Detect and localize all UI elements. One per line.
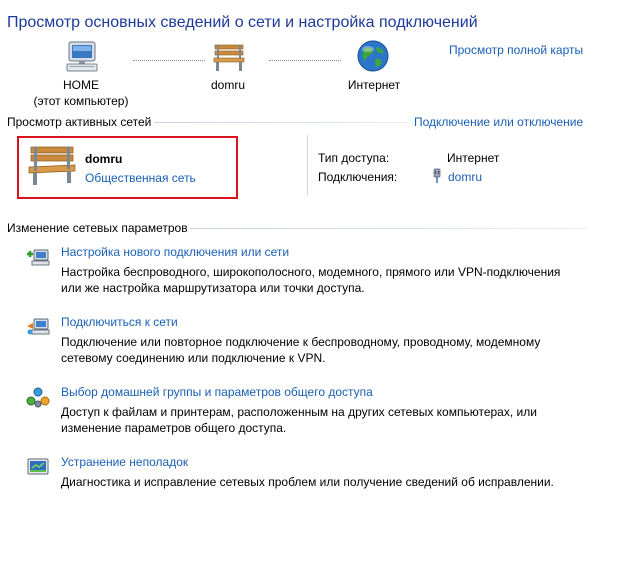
active-networks-header: Просмотр активных сетей bbox=[7, 115, 152, 129]
task-connect-network-desc: Подключение или повторное подключение к … bbox=[61, 335, 541, 349]
active-network-name: domru bbox=[85, 152, 123, 166]
full-map-link[interactable]: Просмотр полной карты bbox=[449, 43, 583, 57]
task-connect-network-desc: сетевому соединению или подключение к VP… bbox=[61, 351, 326, 365]
access-type-label: Тип доступа: bbox=[318, 151, 390, 165]
section-divider bbox=[190, 228, 586, 229]
new-connection-icon[interactable] bbox=[26, 246, 50, 268]
map-connector-line bbox=[269, 60, 341, 61]
task-connect-network-link[interactable]: Подключиться к сети bbox=[61, 315, 178, 329]
task-troubleshoot-desc: Диагностика и исправление сетевых пробле… bbox=[61, 475, 554, 489]
globe-icon[interactable] bbox=[356, 39, 390, 73]
task-new-connection-link[interactable]: Настройка нового подключения или сети bbox=[61, 245, 289, 259]
map-connector-line bbox=[133, 60, 205, 61]
network-type-link[interactable]: Общественная сеть bbox=[85, 171, 196, 185]
computer-name: HOME bbox=[63, 78, 99, 92]
troubleshoot-icon[interactable] bbox=[26, 456, 50, 478]
access-type-value: Интернет bbox=[447, 151, 500, 165]
connections-label: Подключения: bbox=[318, 170, 398, 184]
internet-label: Интернет bbox=[347, 78, 401, 92]
connection-plug-icon bbox=[432, 168, 442, 184]
task-homegroup-link[interactable]: Выбор домашней группы и параметров общег… bbox=[61, 385, 373, 399]
connect-network-icon[interactable] bbox=[26, 316, 50, 338]
task-homegroup-desc: изменение параметров общего доступа. bbox=[61, 421, 287, 435]
change-settings-header: Изменение сетевых параметров bbox=[7, 221, 188, 235]
task-new-connection-desc: Настройка беспроводного, широкополосного… bbox=[61, 265, 561, 279]
task-troubleshoot-link[interactable]: Устранение неполадок bbox=[61, 455, 188, 469]
task-new-connection-desc: или же настройка маршрутизатора или точк… bbox=[61, 281, 365, 295]
bench-icon[interactable] bbox=[212, 42, 246, 72]
page-title: Просмотр основных сведений о сети и наст… bbox=[7, 14, 478, 31]
vertical-divider bbox=[307, 135, 308, 195]
computer-subtitle: (этот компьютер) bbox=[33, 94, 129, 108]
computer-icon[interactable] bbox=[63, 40, 99, 74]
connection-link[interactable]: domru bbox=[448, 170, 482, 184]
task-homegroup-desc: Доступ к файлам и принтерам, расположенн… bbox=[61, 405, 537, 419]
homegroup-icon[interactable] bbox=[26, 386, 50, 408]
section-divider bbox=[154, 122, 408, 123]
map-network-name: domru bbox=[210, 78, 245, 92]
connect-disconnect-link[interactable]: Подключение или отключение bbox=[414, 115, 583, 129]
bench-icon[interactable] bbox=[27, 145, 77, 187]
